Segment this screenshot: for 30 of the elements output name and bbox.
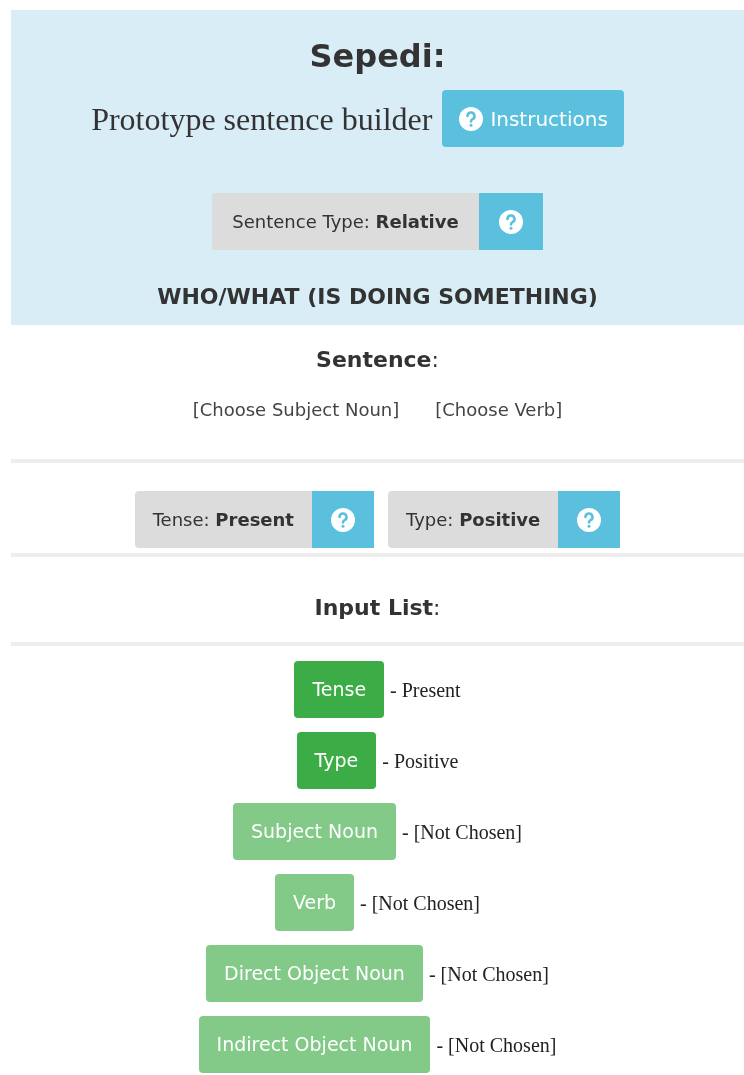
page-title: Sepedi: xyxy=(309,36,446,76)
input-button[interactable]: Tense xyxy=(294,661,385,718)
help-icon xyxy=(458,105,485,132)
option-button[interactable]: Tense: Present xyxy=(134,491,312,548)
input-button[interactable]: Verb xyxy=(274,874,355,931)
instructions-button[interactable]: Instructions xyxy=(442,90,624,147)
sentence-heading: Sentence: xyxy=(315,346,440,374)
help-icon xyxy=(497,208,524,235)
sentence-type-button[interactable]: Sentence Type: Relative xyxy=(212,193,479,250)
section-heading: WHO/WHAT (IS DOING SOMETHING) xyxy=(157,283,598,311)
input-button[interactable]: Indirect Object Noun xyxy=(198,1016,431,1073)
input-value: - Present xyxy=(390,677,461,703)
help-button[interactable] xyxy=(312,491,374,548)
help-icon xyxy=(576,506,603,533)
input-list-heading: Input List: xyxy=(313,594,442,622)
input-value: - [Not Chosen] xyxy=(428,961,549,987)
input-value: - [Not Chosen] xyxy=(360,890,481,916)
help-icon xyxy=(330,506,356,533)
input-button[interactable]: Subject Noun xyxy=(233,803,396,860)
sentence-slot[interactable]: [Choose Verb] xyxy=(435,396,563,423)
page-subtitle: Prototype sentence builder xyxy=(91,99,433,139)
input-value: - Positive xyxy=(382,748,459,774)
input-button[interactable]: Direct Object Noun xyxy=(206,945,423,1002)
help-button[interactable] xyxy=(558,491,621,548)
input-value: - [Not Chosen] xyxy=(402,819,522,845)
option-button[interactable]: Type: Positive xyxy=(388,491,559,548)
help-button[interactable] xyxy=(478,193,543,250)
input-value: - [Not Chosen] xyxy=(436,1032,557,1058)
sentence-slot[interactable]: [Choose Subject Noun] xyxy=(192,396,400,423)
input-button[interactable]: Type xyxy=(296,732,377,789)
